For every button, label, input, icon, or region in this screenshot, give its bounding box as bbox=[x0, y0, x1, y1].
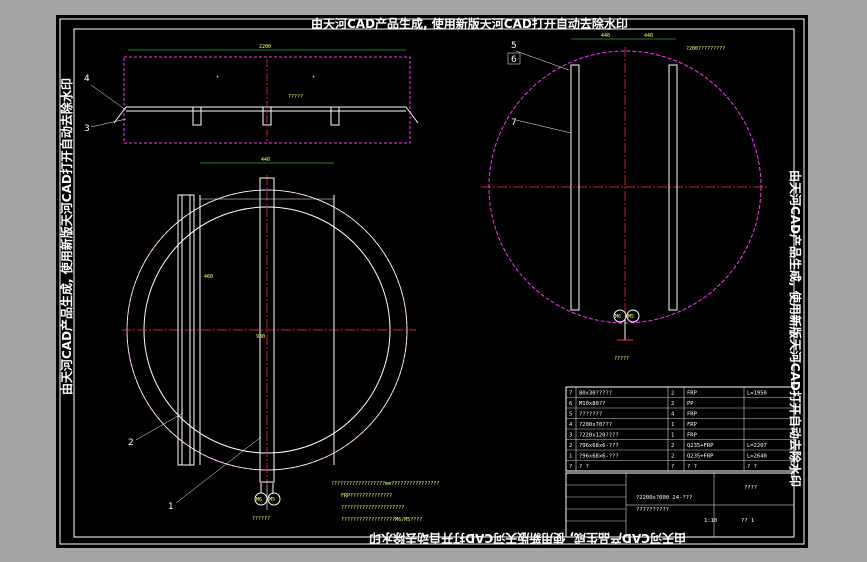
callout-bubbles: M6 M5 M6 M5 bbox=[254, 309, 640, 506]
bom-cell-qty: 2 bbox=[671, 401, 674, 407]
bom-cell-mat: Q235+FRP bbox=[687, 454, 714, 460]
bom-cell-note: L=2207 bbox=[747, 443, 767, 449]
bubble-m6-left: M6 bbox=[256, 497, 262, 503]
watermark-left: 由天河CAD产品生成, 使用新版天河CAD打开自动去除水印 bbox=[59, 78, 74, 395]
part-label-4: 4 bbox=[84, 74, 90, 84]
bubble-m6-right: M6 bbox=[615, 314, 621, 320]
side-view: 2200 ✦ ✦ ????? bbox=[113, 44, 419, 144]
drawing-number: ?2200x?000 24-??? bbox=[636, 495, 692, 501]
bom-cell-no: 4 bbox=[569, 422, 573, 428]
bom-cell-no: 1 bbox=[569, 454, 572, 460]
note-line-2: FRP?????????????? bbox=[341, 493, 392, 499]
part-label-1: 1 bbox=[168, 502, 174, 512]
svg-text:??????: ?????? bbox=[252, 516, 270, 522]
svg-text:✦: ✦ bbox=[312, 74, 315, 80]
bom-cell-name: M10x80?? bbox=[579, 401, 606, 407]
drawing-title: ???? bbox=[744, 485, 757, 491]
svg-text:?????: ????? bbox=[614, 356, 629, 362]
bom-cell-name: 80x30????? bbox=[579, 391, 612, 397]
drawing-sheet: ?? 1 bbox=[741, 518, 754, 524]
bom-cell-qty: 2 bbox=[671, 454, 674, 460]
bom-cell-mat: PP bbox=[687, 401, 694, 407]
svg-text:✦: ✦ bbox=[216, 74, 219, 80]
bom-cell-mat: ? ? bbox=[687, 464, 697, 470]
part-label-7: 7 bbox=[511, 118, 517, 128]
part-label-2: 2 bbox=[128, 438, 134, 448]
part-label-6: 6 bbox=[511, 55, 517, 65]
bom-cell-name: ?200x70??? bbox=[579, 422, 612, 428]
watermark-top: 由天河CAD产品生成, 使用新版天河CAD打开自动去除水印 bbox=[311, 16, 628, 31]
plan-view-left: 440 460 980 ?????? bbox=[121, 157, 416, 522]
svg-text:980: 980 bbox=[256, 334, 265, 340]
bubble-m5-right: M5 bbox=[628, 314, 634, 320]
bom-cell-no: 7 bbox=[569, 391, 572, 397]
drawing-small: ?????????? bbox=[636, 507, 669, 513]
drawing-scale: 1:10 bbox=[704, 518, 717, 524]
svg-text:?200?????????: ?200????????? bbox=[686, 46, 725, 52]
title-block: ?2200x?000 24-??? ???? ?????????? 1:10 ?… bbox=[565, 472, 795, 538]
bom-cell-no: 2 bbox=[569, 443, 572, 449]
bom-cell-no: ? bbox=[569, 464, 572, 470]
bom-cell-qty: ? bbox=[671, 464, 674, 470]
bom-cell-qty: 1 bbox=[671, 433, 674, 439]
bom-cell-no: 3 bbox=[569, 433, 572, 439]
part-label-3: 3 bbox=[84, 124, 90, 134]
note-line-4: ??????????????????M6/M5???? bbox=[341, 517, 422, 523]
bom-cell-name: ? ? bbox=[579, 464, 589, 470]
bom-cell-mat: FRP bbox=[687, 433, 698, 439]
svg-text:440: 440 bbox=[601, 33, 610, 39]
cad-drawing: 由天河CAD产品生成, 使用新版天河CAD打开自动去除水印 由天河CAD产品生成… bbox=[59, 16, 805, 546]
right-beam-right bbox=[668, 64, 678, 311]
svg-text:?????: ????? bbox=[288, 94, 303, 100]
bom-table: 7 80x30????? 2 FRP L=1950 6 M10x80?? 2 PP 5??????… bbox=[565, 386, 795, 472]
bom-cell-qty: 4 bbox=[671, 412, 675, 418]
bom-cell-no: 6 bbox=[569, 401, 572, 407]
bom-cell-note: ? ? bbox=[747, 464, 757, 470]
svg-text:2200: 2200 bbox=[259, 44, 271, 50]
bom-cell-qty: 1 bbox=[671, 422, 674, 428]
bom-cell-mat: FRP bbox=[687, 391, 698, 397]
svg-text:460: 460 bbox=[204, 274, 213, 280]
cad-drawing-viewport[interactable]: 由天河CAD产品生成, 使用新版天河CAD打开自动去除水印 由天河CAD产品生成… bbox=[56, 15, 808, 548]
bom-cell-mat: Q235+FRP bbox=[687, 443, 714, 449]
bom-cell-qty: 2 bbox=[671, 443, 674, 449]
bom-cell-name: ?220x120???? bbox=[579, 433, 619, 439]
bom-cell-name: ?96x68x6-??? bbox=[579, 454, 619, 460]
watermark-bottom: 由天河CAD产品生成, 使用新版天河CAD打开自动去除水印 bbox=[369, 531, 686, 546]
bom-cell-qty: 2 bbox=[671, 391, 674, 397]
svg-text:440: 440 bbox=[261, 157, 270, 163]
part-labels: 4 3 2 1 5 6 7 bbox=[84, 41, 572, 512]
right-beam-left bbox=[570, 64, 580, 311]
bom-cell-mat: FRP bbox=[687, 422, 698, 428]
bom-cell-name: ??????? bbox=[579, 412, 602, 418]
bom-cell-note: L=2640 bbox=[747, 454, 767, 460]
bom-cell-mat: FRP bbox=[687, 412, 698, 418]
bubble-m5-left: M5 bbox=[269, 497, 275, 503]
technical-notes: ??????????????????mm???????????????? FRP… bbox=[331, 481, 439, 523]
bom-cell-no: 5 bbox=[569, 412, 572, 418]
svg-text:440: 440 bbox=[644, 33, 653, 39]
bom-cell-name: ?96x68x6-??? bbox=[579, 443, 619, 449]
note-line-3: ????????????????????? bbox=[341, 505, 404, 511]
part-label-5: 5 bbox=[511, 41, 517, 51]
bom-cell-note: L=1950 bbox=[747, 391, 767, 397]
note-line-1: ??????????????????mm???????????????? bbox=[331, 481, 439, 487]
